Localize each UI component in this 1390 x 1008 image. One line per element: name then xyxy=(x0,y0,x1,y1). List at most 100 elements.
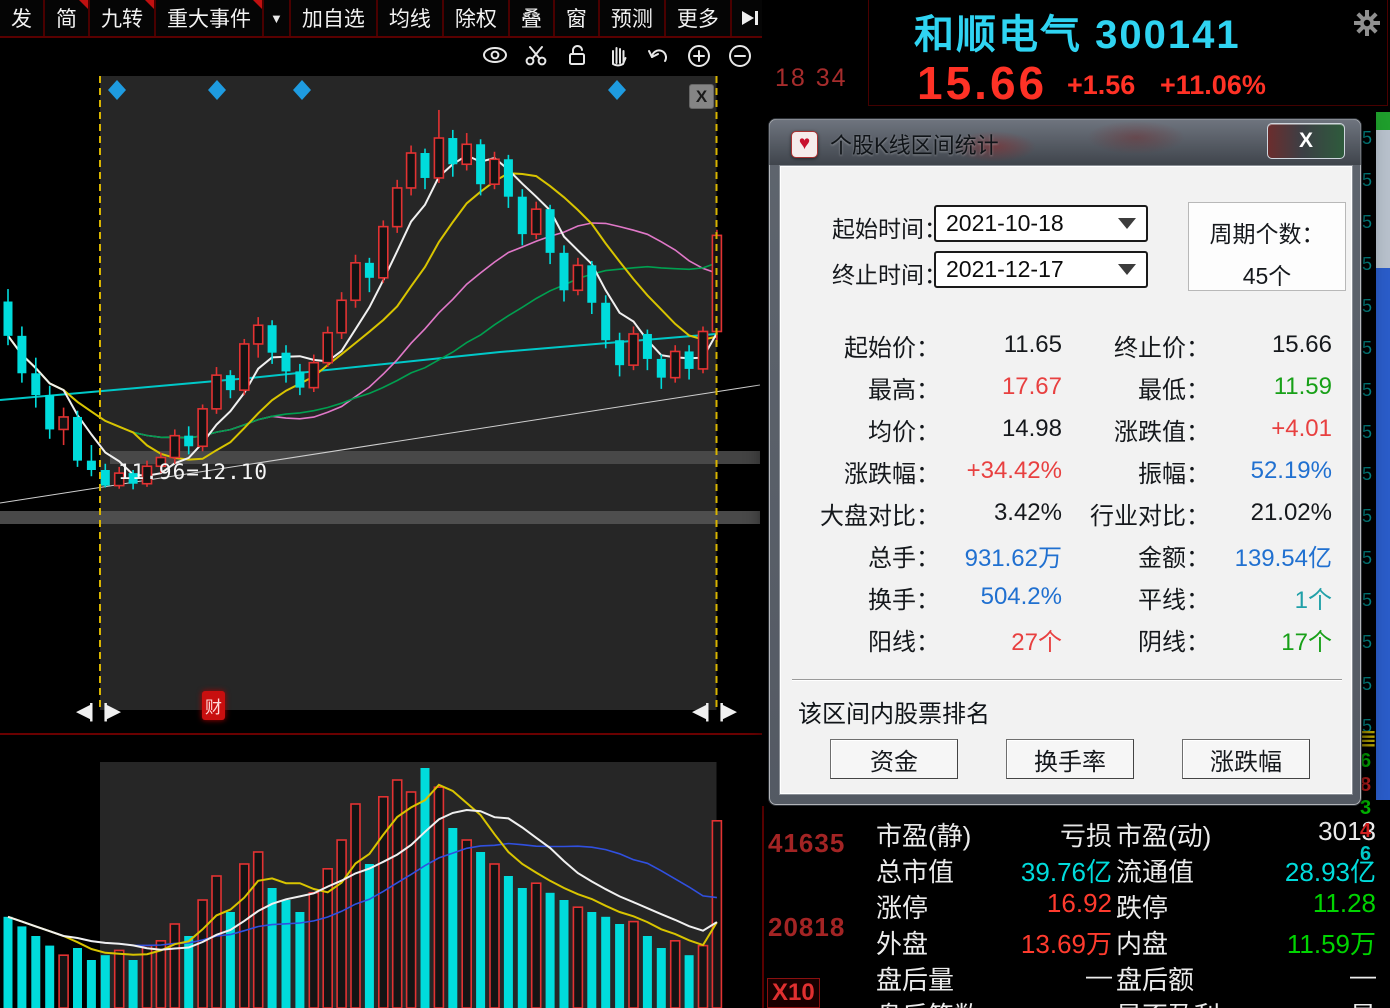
rank-button-资金[interactable]: 资金 xyxy=(830,739,958,779)
undo-icon[interactable] xyxy=(645,43,672,69)
stats-row: 总市值39.76亿流通值28.93亿 xyxy=(764,852,1390,888)
gear-icon[interactable] xyxy=(1354,10,1380,41)
volume-bar-down xyxy=(657,948,666,1008)
toolbar-item-重大事件[interactable]: 重大事件 xyxy=(156,0,264,36)
rank-button-涨跌幅[interactable]: 涨跌幅 xyxy=(1182,739,1310,779)
candle-up xyxy=(198,409,207,446)
scrollbar-thumb[interactable] xyxy=(1376,268,1390,800)
pane-separator xyxy=(0,733,762,735)
scissors-icon[interactable] xyxy=(522,43,549,69)
stat-value: 3.42% xyxy=(940,499,1062,527)
stat-value: 1个 xyxy=(1210,580,1332,615)
candle-down xyxy=(365,263,374,278)
cai-news-badge[interactable]: 财 xyxy=(202,691,225,720)
range-stats-grid: 起始价：11.65终止价：15.66最高：17.67最低：11.59均价：14.… xyxy=(804,324,1332,660)
volume-bar-down xyxy=(421,768,430,1008)
toolbar-item-均线[interactable]: 均线 xyxy=(378,0,444,36)
pan-left-inner-arrow[interactable]: |▶ xyxy=(103,700,119,723)
hidden-list-digit: 5 xyxy=(1362,674,1372,695)
toolbar-item-加自选[interactable]: 加自选 xyxy=(291,0,378,36)
candle-down xyxy=(560,253,569,290)
selection-close-icon[interactable]: X xyxy=(689,84,714,109)
stats-row: 市盈(静)亏损市盈(动)3013 xyxy=(764,816,1390,852)
volume-bar-up xyxy=(462,840,471,1008)
hand-icon[interactable] xyxy=(604,43,631,69)
stat-label: 振幅： xyxy=(1062,454,1210,489)
start-date-combobox[interactable]: 2021-10-18 xyxy=(934,205,1148,242)
stat-value: 11.59万 xyxy=(1226,924,1376,961)
toolbar-item-除权[interactable]: 除权 xyxy=(444,0,510,36)
chevron-down-icon xyxy=(1118,218,1136,229)
scrollbar-track[interactable] xyxy=(1376,130,1390,268)
dialog-title-group: ♥ 个股K线区间统计 xyxy=(791,128,999,160)
kline-pane[interactable]: X 11.96=12.10 财 ◀| |▶ ◀| |▶ xyxy=(0,40,762,1008)
candle-down xyxy=(184,436,193,447)
skip-forward-icon[interactable] xyxy=(740,10,762,26)
pan-left-outer-arrow[interactable]: ◀| xyxy=(76,700,92,723)
end-date-combobox[interactable]: 2021-12-17 xyxy=(934,251,1148,288)
toolbar-item-发[interactable]: 发 xyxy=(0,0,45,36)
toolbar-dropdown-caret[interactable]: ▼ xyxy=(264,0,291,36)
volume-bar-up xyxy=(59,955,68,1008)
stat-value: — xyxy=(964,960,1112,991)
zoom-out-icon[interactable] xyxy=(727,43,754,69)
candle-up xyxy=(407,153,416,188)
toolbar-item-预测[interactable]: 预测 xyxy=(600,0,666,36)
volume-bar-down xyxy=(4,917,13,1008)
stat-label: 最高： xyxy=(804,370,940,405)
dialog-body: 起始时间： 2021-10-18 终止时间： 2021-12-17 周期个数： … xyxy=(779,165,1353,795)
volume-bar-up xyxy=(240,864,249,1008)
candle-down xyxy=(4,302,13,336)
volume-bar-down xyxy=(87,960,96,1008)
edge-glyph: ≣ xyxy=(1360,726,1377,751)
toolbar-item-更多[interactable]: 更多 xyxy=(666,0,732,36)
period-count-value: 45个 xyxy=(1189,257,1345,291)
candle-down xyxy=(504,159,513,196)
zoom-in-icon[interactable] xyxy=(686,43,713,69)
candle-up xyxy=(699,331,708,368)
toolbar-item-窗[interactable]: 窗 xyxy=(555,0,600,36)
candle-up xyxy=(532,209,541,234)
stat-value: 21.02% xyxy=(1210,499,1332,527)
candle-down xyxy=(448,138,457,164)
pan-right-outer-arrow[interactable]: ◀| xyxy=(692,700,708,723)
volume-bar-down xyxy=(504,876,513,1008)
candle-up xyxy=(629,334,638,365)
chart-toolbar xyxy=(481,43,754,69)
eye-icon[interactable] xyxy=(481,43,508,69)
stat-label: 换手： xyxy=(804,580,940,615)
volume-bar-down xyxy=(365,864,374,1008)
stat-label: 是否盈利 xyxy=(1116,996,1220,1008)
stat-label: 盘后量 xyxy=(876,960,954,997)
volume-bar-up xyxy=(115,950,124,1008)
candle-down xyxy=(17,336,26,373)
stat-label: 市盈(动) xyxy=(1116,816,1211,853)
candle-up xyxy=(434,138,443,178)
pan-right-inner-arrow[interactable]: |▶ xyxy=(719,700,735,723)
volume-bar-down xyxy=(685,955,694,1008)
poker-card-icon: ♥ xyxy=(791,131,818,158)
stat-value: — xyxy=(964,996,1112,1008)
stat-value: 11.59 xyxy=(1210,373,1332,401)
stock-stats-panel: 41635 20818 X10 市盈(静)亏损市盈(动)3013总市值39.76… xyxy=(762,806,1390,1008)
red-flag-icon xyxy=(145,0,154,9)
stat-value: 13.69万 xyxy=(964,924,1112,961)
toolbar-item-九转[interactable]: 九转 xyxy=(90,0,156,36)
stat-label: 流通值 xyxy=(1116,852,1194,889)
stat-label: 跌停 xyxy=(1116,888,1168,925)
stat-value: 17.67 xyxy=(940,373,1062,401)
stat-label: 起始价： xyxy=(804,328,940,363)
candle-up xyxy=(240,344,249,390)
toolbar-item-简[interactable]: 简 xyxy=(45,0,90,36)
stats-row: 换手：504.2%平线：1个 xyxy=(804,576,1332,618)
candle-down xyxy=(295,371,304,387)
dialog-close-button[interactable]: X xyxy=(1267,123,1345,159)
volume-bar-down xyxy=(560,900,569,1008)
rank-button-换手率[interactable]: 换手率 xyxy=(1006,739,1134,779)
stat-value: 27个 xyxy=(940,622,1062,657)
toolbar-item-叠[interactable]: 叠 xyxy=(510,0,555,36)
candle-up xyxy=(170,436,179,458)
kline-volume-chart[interactable] xyxy=(0,40,762,1008)
lock-icon[interactable] xyxy=(563,43,590,69)
candle-up xyxy=(671,351,680,377)
